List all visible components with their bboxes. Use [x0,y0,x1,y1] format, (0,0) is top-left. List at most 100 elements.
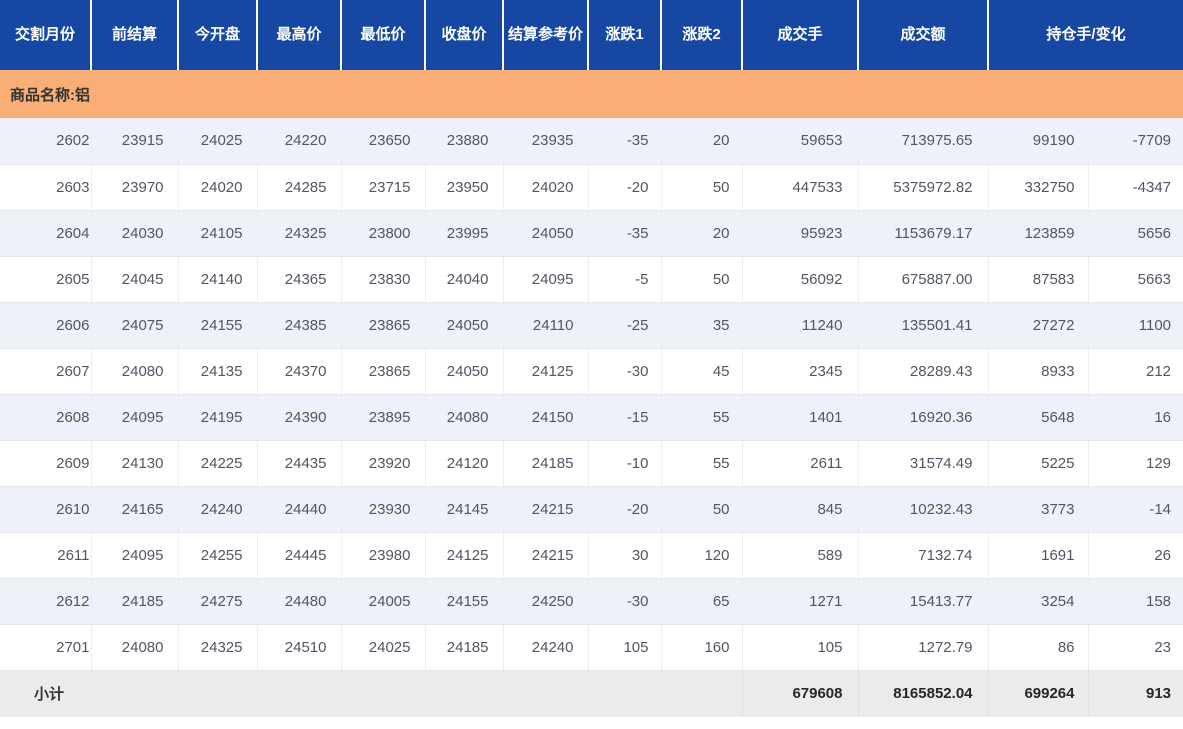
table-cell: 50 [661,256,742,302]
table-cell: 447533 [742,164,858,210]
table-cell: 2609 [0,440,91,486]
table-cell: -10 [588,440,661,486]
table-cell: 87583 [988,256,1088,302]
table-row: 2609241302422524435239202412024185-10552… [0,440,1183,486]
table-cell: -5 [588,256,661,302]
table-cell: 23935 [503,118,588,164]
table-row: 2608240952419524390238952408024150-15551… [0,394,1183,440]
header-delivery-month: 交割月份 [0,0,91,70]
table-row: 2606240752415524385238652405024110-25351… [0,302,1183,348]
table-cell: 24040 [425,256,503,302]
table-cell: 24325 [257,210,341,256]
table-cell: 23970 [91,164,178,210]
header-prev-settlement: 前结算 [91,0,178,70]
table-cell: 2610 [0,486,91,532]
table-row: 2603239702402024285237152395024020-20504… [0,164,1183,210]
table-cell: 24080 [91,348,178,394]
table-cell: 105 [588,624,661,670]
table-cell: 24255 [178,532,257,578]
table-cell: 24225 [178,440,257,486]
table-cell: 2611 [742,440,858,486]
table-cell: 24125 [425,532,503,578]
table-cell: 158 [1088,578,1183,624]
table-cell: -35 [588,118,661,164]
table-cell: 23920 [341,440,425,486]
table-cell: 16920.36 [858,394,988,440]
table-cell: 105 [742,624,858,670]
table-cell: 5648 [988,394,1088,440]
table-cell: 120 [661,532,742,578]
table-cell: 24155 [178,302,257,348]
table-cell: 27272 [988,302,1088,348]
table-cell: 24020 [503,164,588,210]
header-close: 收盘价 [425,0,503,70]
table-row: 2612241852427524480240052415524250-30651… [0,578,1183,624]
table-cell: 24025 [341,624,425,670]
table-cell: 24250 [503,578,588,624]
table-cell: -15 [588,394,661,440]
table-cell: 24215 [503,486,588,532]
subtotal-oi-change: 913 [1088,670,1183,717]
table-cell: -30 [588,348,661,394]
table-cell: 23930 [341,486,425,532]
table-cell: 24445 [257,532,341,578]
table-cell: 50 [661,164,742,210]
product-name-row: 商品名称:铝 [0,70,1183,118]
table-cell: -35 [588,210,661,256]
table-cell: 23895 [341,394,425,440]
table-cell: -20 [588,164,661,210]
table-cell: 24095 [91,532,178,578]
table-cell: 1272.79 [858,624,988,670]
table-row: 2610241652424024440239302414524215-20508… [0,486,1183,532]
table-cell: 23980 [341,532,425,578]
table-cell: 11240 [742,302,858,348]
table-cell: 24145 [425,486,503,532]
table-cell: 35 [661,302,742,348]
table-cell: 56092 [742,256,858,302]
table-cell: 45 [661,348,742,394]
table-row: 2607240802413524370238652405024125-30452… [0,348,1183,394]
table-cell: 5225 [988,440,1088,486]
table-cell: 24020 [178,164,257,210]
table-cell: 23715 [341,164,425,210]
header-settlement-ref: 结算参考价 [503,0,588,70]
table-cell: 24385 [257,302,341,348]
table-cell: 24185 [91,578,178,624]
table-cell: 23830 [341,256,425,302]
table-cell: -30 [588,578,661,624]
table-cell: 24135 [178,348,257,394]
table-cell: 2701 [0,624,91,670]
table-cell: -14 [1088,486,1183,532]
table-cell: 24105 [178,210,257,256]
table-cell: 24050 [425,302,503,348]
table-cell: 24480 [257,578,341,624]
header-change1: 涨跌1 [588,0,661,70]
table-cell: 24165 [91,486,178,532]
table-cell: 24150 [503,394,588,440]
table-cell: 24185 [425,624,503,670]
table-cell: 24080 [425,394,503,440]
table-cell: -20 [588,486,661,532]
table-cell: 2611 [0,532,91,578]
table-cell: 24080 [91,624,178,670]
table-cell: 2605 [0,256,91,302]
table-cell: 2607 [0,348,91,394]
table-cell: 95923 [742,210,858,256]
table-cell: 20 [661,118,742,164]
table-cell: 24195 [178,394,257,440]
table-cell: 24095 [91,394,178,440]
table-cell: 7132.74 [858,532,988,578]
header-volume: 成交手 [742,0,858,70]
table-row: 2604240302410524325238002399524050-35209… [0,210,1183,256]
table-cell: 2612 [0,578,91,624]
header-turnover: 成交额 [858,0,988,70]
table-cell: 23865 [341,348,425,394]
table-cell: 24510 [257,624,341,670]
table-cell: 24120 [425,440,503,486]
table-cell: 55 [661,440,742,486]
table-cell: 24140 [178,256,257,302]
subtotal-volume: 679608 [742,670,858,717]
table-cell: 24370 [257,348,341,394]
table-cell: 23 [1088,624,1183,670]
table-cell: 24125 [503,348,588,394]
